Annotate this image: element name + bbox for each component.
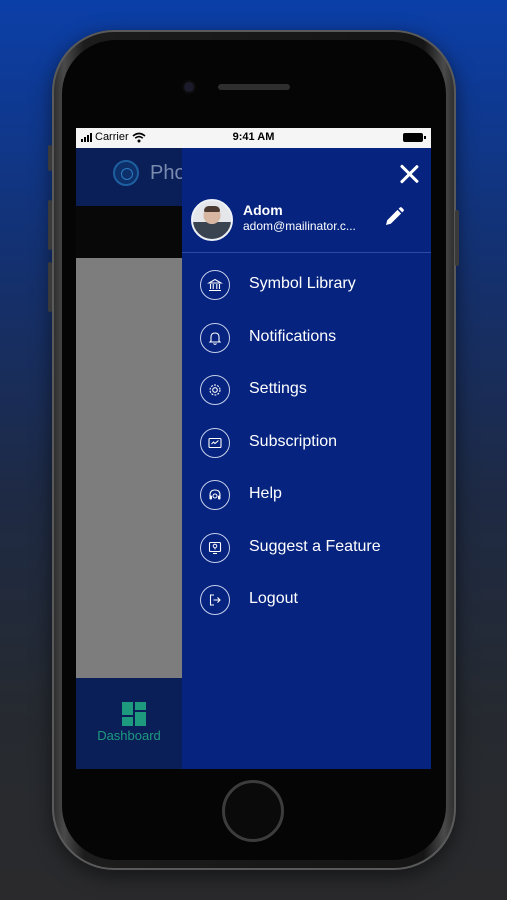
menu-item-label: Settings: [249, 380, 307, 397]
tab-dashboard-label: Dashboard: [97, 728, 161, 743]
gear-icon: [200, 375, 230, 405]
navigation-drawer: Adom adom@mailinator.c... Symbol Library…: [182, 148, 431, 769]
bell-icon: [200, 322, 230, 353]
status-bar: Carrier 9:41 AM: [76, 128, 431, 148]
front-camera: [184, 82, 194, 92]
menu-item-label: Suggest a Feature: [249, 537, 381, 555]
menu-item-symbol-library[interactable]: Symbol Library: [182, 258, 431, 310]
menu-item-settings[interactable]: Settings: [182, 363, 431, 415]
logout-icon: [200, 585, 230, 615]
menu-item-notifications[interactable]: Notifications: [182, 311, 431, 363]
user-profile: Adom adom@mailinator.c...: [182, 198, 431, 254]
avatar: [191, 199, 233, 241]
user-name: Adom: [243, 202, 283, 218]
headset-icon: [200, 480, 230, 510]
tab-dashboard[interactable]: Dashboard: [76, 678, 182, 769]
app-title: Pho: [150, 162, 186, 184]
divider: [182, 252, 431, 253]
dashboard-icon: [122, 702, 146, 726]
pencil-icon: [386, 207, 404, 225]
edit-profile-button[interactable]: [383, 206, 405, 228]
volume-down-button: [48, 262, 52, 312]
app-header: Pho: [76, 148, 186, 206]
close-drawer-button[interactable]: [397, 162, 421, 186]
earpiece-speaker: [218, 84, 290, 90]
power-button: [455, 210, 459, 266]
menu-item-label: Subscription: [249, 432, 338, 450]
volume-up-button: [48, 200, 52, 250]
phone-screen: Carrier 9:41 AM Pho Dashboard Adom adom@…: [76, 128, 431, 769]
menu-item-subscription[interactable]: Subscription: [182, 416, 431, 468]
subscription-icon: [200, 427, 230, 458]
menu-item-label: Notifications: [249, 327, 337, 345]
menu-item-suggest-feature[interactable]: Suggest a Feature: [182, 521, 431, 573]
mute-switch: [48, 145, 52, 171]
app-logo: [113, 160, 139, 186]
menu-item-logout[interactable]: Logout: [182, 573, 431, 625]
content-overlay[interactable]: [76, 258, 182, 678]
status-time: 9:41 AM: [232, 131, 275, 143]
app-toolbar: [76, 206, 182, 258]
menu-item-label: Symbol Library: [249, 275, 356, 292]
user-email: adom@mailinator.c...: [243, 219, 356, 233]
lightbulb-icon: [200, 532, 230, 563]
home-button[interactable]: [222, 780, 284, 842]
library-icon: [200, 270, 230, 300]
menu-item-label: Logout: [249, 590, 298, 607]
menu-item-help[interactable]: Help: [182, 468, 431, 520]
battery-icon: [403, 133, 426, 142]
menu-item-label: Help: [249, 485, 282, 502]
